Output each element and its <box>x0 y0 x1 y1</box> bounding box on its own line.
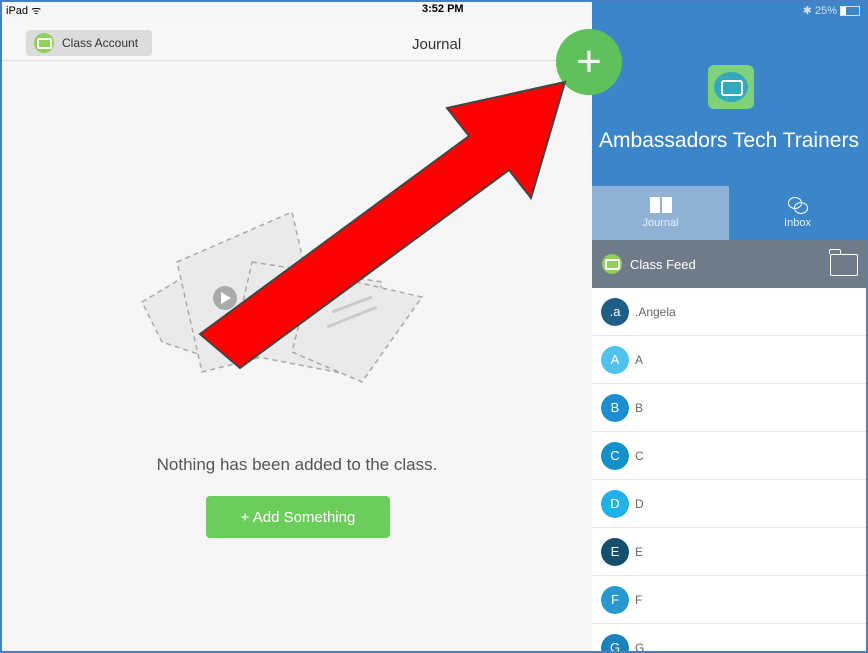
battery-icon <box>840 5 860 16</box>
status-bar-right: ✱ 25% <box>592 2 866 18</box>
device-label: iPad ᯤ <box>6 5 42 17</box>
student-avatar: A <box>601 345 629 374</box>
class-feed-row[interactable]: Class Feed <box>592 240 866 288</box>
class-logo-icon <box>34 33 54 53</box>
student-name: C <box>635 448 644 463</box>
student-avatar: F <box>601 585 629 614</box>
page-title: Journal <box>412 36 462 53</box>
student-row[interactable]: .a .Angela <box>592 288 866 336</box>
student-row[interactable]: AA <box>592 336 866 384</box>
book-icon <box>649 197 672 213</box>
student-row[interactable]: EE <box>592 528 866 576</box>
empty-state-message: Nothing has been added to the class. <box>156 455 438 474</box>
ipad-screen: iPad ᯤ 3:52 PM Class Account Journal Not… <box>0 0 868 653</box>
folder-icon[interactable] <box>829 249 858 276</box>
student-avatar: D <box>601 489 629 518</box>
student-name: D <box>635 496 644 511</box>
tab-journal[interactable]: Journal <box>592 186 729 240</box>
student-avatar: G <box>601 633 629 651</box>
student-avatar: B <box>601 393 629 422</box>
status-time: 3:52 PM <box>422 3 464 15</box>
student-name: F <box>635 592 643 607</box>
class-name: Ambassadors Tech Trainers <box>599 129 859 152</box>
student-list: .a .Angela A A B B C C D D E E F F G G <box>592 288 866 653</box>
tab-inbox[interactable]: Inbox <box>729 186 866 240</box>
class-feed-label: Class Feed <box>630 256 696 272</box>
student-row[interactable]: BB <box>592 384 866 432</box>
sidebar-tabs: Journal Inbox <box>592 186 866 240</box>
student-avatar: .a <box>601 297 629 326</box>
student-name: E <box>635 544 644 559</box>
student-row[interactable]: GG <box>592 624 866 653</box>
student-row[interactable]: DD <box>592 480 866 528</box>
status-bar: iPad ᯤ 3:52 PM <box>2 2 592 18</box>
nav-bar: Class Account Journal <box>2 18 592 61</box>
student-name: A <box>635 352 644 367</box>
empty-illustration <box>141 210 424 383</box>
chat-bubbles-icon <box>787 197 808 214</box>
add-something-button[interactable]: + Add Something <box>206 496 390 538</box>
student-row[interactable]: CC <box>592 432 866 480</box>
class-account-label: Class Account <box>62 36 139 50</box>
class-header: ✱ 25% Ambassadors Tech Trainers <box>592 2 866 186</box>
student-name: B <box>635 400 644 415</box>
student-row[interactable]: FF <box>592 576 866 624</box>
class-logo-icon <box>602 254 622 274</box>
battery-percent: 25% <box>814 4 837 17</box>
add-post-button[interactable]: + <box>556 29 622 95</box>
student-avatar: E <box>601 537 629 566</box>
class-sidebar: ✱ 25% Ambassadors Tech Trainers Journal … <box>592 2 866 651</box>
student-name: .Angela <box>635 304 676 319</box>
student-avatar: C <box>601 441 629 470</box>
class-avatar[interactable] <box>708 65 754 109</box>
student-name: G <box>635 640 645 653</box>
bluetooth-icon: ✱ <box>802 5 812 17</box>
class-account-button[interactable]: Class Account <box>26 30 152 56</box>
